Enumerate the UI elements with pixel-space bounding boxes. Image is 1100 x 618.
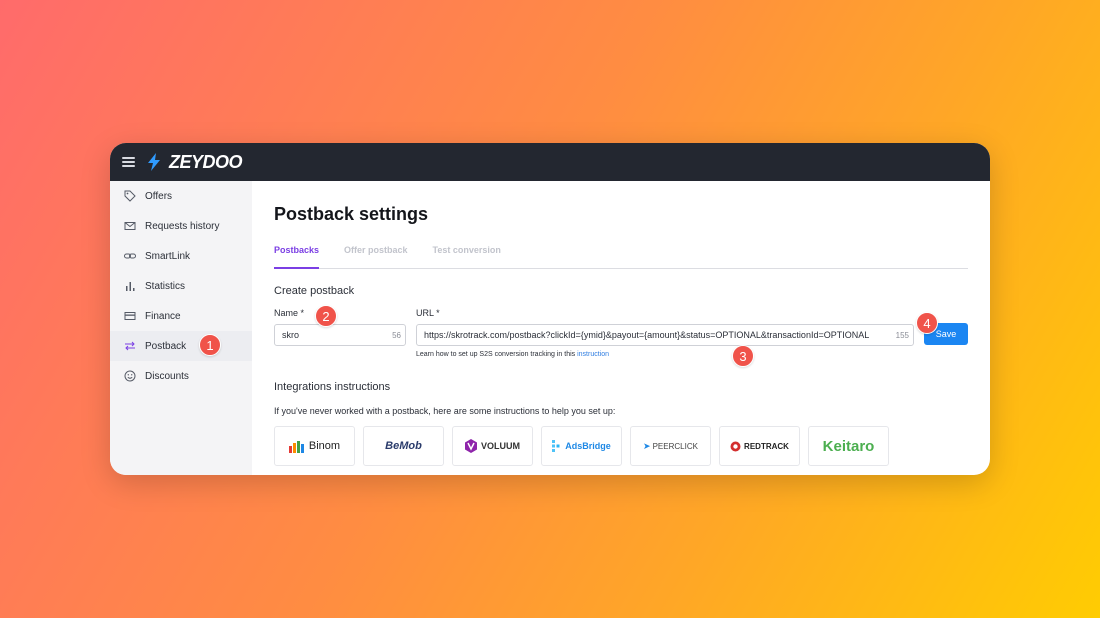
adsbridge-logo-icon — [552, 440, 560, 452]
instruction-link[interactable]: instruction — [577, 351, 609, 358]
step-marker-4: 4 — [916, 312, 938, 334]
sidebar-item-label: Statistics — [145, 280, 186, 292]
integration-label: VOLUUM — [481, 441, 520, 451]
integration-label: Keitaro — [822, 437, 875, 455]
create-postback-title: Create postback — [274, 285, 355, 297]
step-marker-1: 1 — [199, 334, 221, 356]
step-marker-2: 2 — [315, 305, 337, 327]
sidebar-item-finance[interactable]: Finance — [110, 301, 252, 331]
sidebar-item-offers[interactable]: Offers — [110, 181, 252, 211]
top-bar: ZEYDOO — [110, 143, 990, 181]
sidebar-item-discounts[interactable]: Discounts — [110, 361, 252, 391]
smile-icon — [124, 370, 136, 382]
sidebar-item-requests-history[interactable]: Requests history — [110, 211, 252, 241]
integration-label: AdsBridge — [565, 441, 611, 451]
integration-label: BeMob — [385, 440, 422, 452]
name-field[interactable]: skro 56 — [274, 324, 406, 346]
tracking-hint: Learn how to set up S2S conversion track… — [416, 351, 609, 358]
url-counter: 155 — [893, 331, 909, 340]
url-field[interactable]: https://skrotrack.com/postback?clickId={… — [416, 324, 914, 346]
bolt-logo-icon — [148, 153, 160, 171]
hint-text: Learn how to set up S2S conversion track… — [416, 351, 578, 358]
link-icon — [124, 250, 136, 262]
name-label: Name * — [274, 308, 305, 318]
tab-test-conversion[interactable]: Test conversion — [433, 239, 501, 268]
tab-offer-postback[interactable]: Offer postback — [344, 239, 408, 268]
integrations-title: Integrations instructions — [274, 381, 391, 393]
integration-label: REDTRACK — [744, 441, 789, 451]
integration-bemob[interactable]: BeMob — [363, 426, 444, 466]
redtrack-logo-icon — [730, 441, 741, 451]
integration-peerclick[interactable]: ➤ PEERCLICK — [630, 426, 711, 466]
binom-logo-icon — [288, 441, 304, 453]
mail-icon — [124, 220, 136, 232]
menu-icon[interactable] — [122, 157, 135, 167]
integration-label: Binom — [308, 440, 341, 452]
sidebar-item-smartlink[interactable]: SmartLink — [110, 241, 252, 271]
integrations-list: Binom BeMob VOLUUM AdsBridge ➤ PEERCLICK… — [274, 426, 897, 466]
card-icon — [124, 310, 136, 322]
sidebar-item-statistics[interactable]: Statistics — [110, 271, 252, 301]
tab-postbacks[interactable]: Postbacks — [274, 239, 320, 269]
sidebar: Offers Requests history SmartLink Statis… — [110, 181, 252, 475]
integration-label: PEERCLICK — [652, 441, 698, 451]
tag-icon — [124, 190, 136, 202]
integration-adsbridge[interactable]: AdsBridge — [541, 426, 622, 466]
voluum-logo-icon — [465, 439, 477, 453]
main-content: Postback settings Postbacks Offer postba… — [274, 181, 968, 475]
sidebar-item-label: Discounts — [145, 370, 189, 382]
integration-keitaro[interactable]: Keitaro — [808, 426, 889, 466]
integration-binom[interactable]: Binom — [274, 426, 355, 466]
url-value: https://skrotrack.com/postback?clickId={… — [424, 330, 870, 340]
arrows-icon — [124, 340, 136, 352]
name-counter: 56 — [390, 331, 401, 340]
sidebar-item-label: Postback — [145, 340, 187, 352]
step-marker-3: 3 — [732, 345, 754, 367]
brand-logo[interactable]: ZEYDOO — [169, 152, 243, 173]
peerclick-arrow-icon: ➤ — [643, 440, 651, 451]
integration-voluum[interactable]: VOLUUM — [452, 426, 533, 466]
sidebar-item-label: Finance — [145, 310, 181, 322]
app-window: ZEYDOO Offers Requests history SmartLink… — [110, 143, 990, 475]
sidebar-item-label: Requests history — [145, 220, 220, 232]
sidebar-item-label: Offers — [145, 190, 173, 202]
sidebar-item-label: SmartLink — [145, 250, 191, 262]
sidebar-item-postback[interactable]: Postback — [110, 331, 252, 361]
page-title: Postback settings — [274, 204, 429, 224]
integration-redtrack[interactable]: REDTRACK — [719, 426, 800, 466]
bar-chart-icon — [124, 280, 136, 292]
url-label: URL * — [416, 308, 440, 318]
tab-bar: Postbacks Offer postback Test conversion — [274, 239, 968, 269]
name-value: skro — [282, 330, 300, 340]
integrations-subtitle: If you've never worked with a postback, … — [274, 406, 616, 416]
